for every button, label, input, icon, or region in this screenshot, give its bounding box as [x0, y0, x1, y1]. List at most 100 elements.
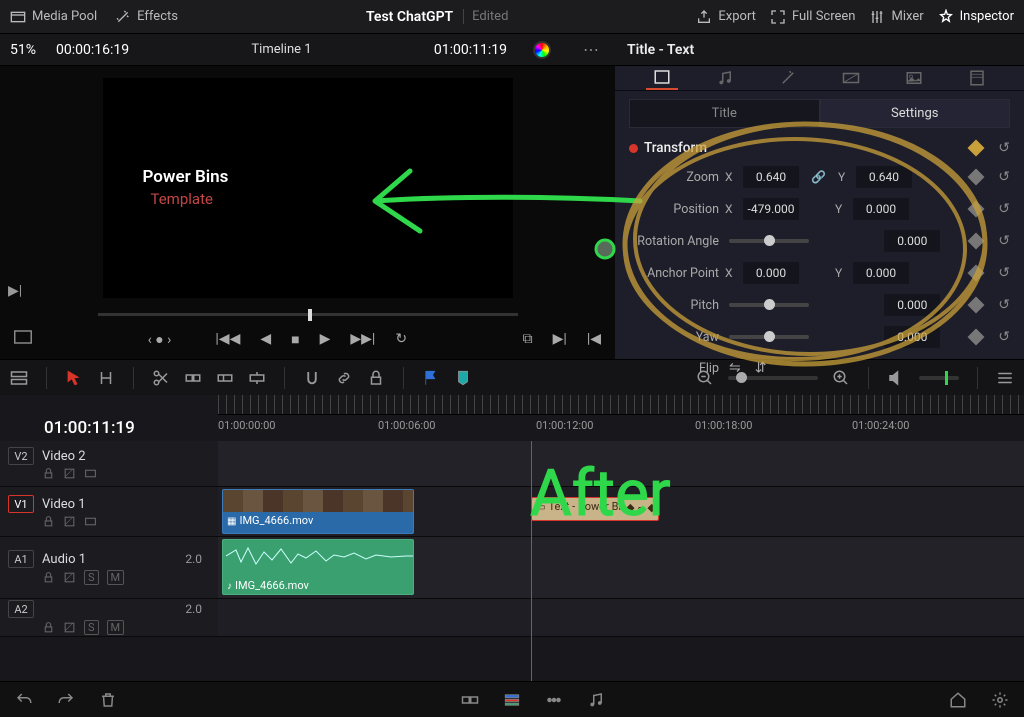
- source-timecode[interactable]: 00:00:16:19: [56, 42, 129, 58]
- viewer-scrubber[interactable]: [0, 309, 615, 319]
- auto-select-icon[interactable]: [63, 467, 76, 480]
- effects-button[interactable]: Effects: [115, 9, 178, 25]
- undo-button[interactable]: [14, 690, 34, 710]
- position-keyframe[interactable]: [968, 201, 985, 218]
- position-x-field[interactable]: [743, 198, 799, 220]
- transform-header[interactable]: Transform ↺: [629, 140, 1010, 156]
- auto-select-icon[interactable]: [63, 515, 76, 528]
- viewer-canvas[interactable]: Power Bins Template: [103, 78, 513, 298]
- step-forward-icon[interactable]: ▶|: [8, 283, 22, 299]
- v2-body[interactable]: [218, 441, 1024, 486]
- page-edit[interactable]: [502, 690, 522, 710]
- section-enable-dot[interactable]: [629, 144, 638, 153]
- next-edit-button[interactable]: ▶|: [549, 329, 571, 349]
- position-reset[interactable]: ↺: [998, 201, 1010, 217]
- inspector-tab-video[interactable]: [646, 66, 678, 90]
- match-frame-button[interactable]: ‹ ● ›: [144, 329, 176, 350]
- rotation-reset[interactable]: ↺: [998, 233, 1010, 249]
- position-y-field[interactable]: [853, 198, 909, 220]
- safe-area-button[interactable]: [10, 328, 36, 350]
- last-frame-button[interactable]: ▶▶|: [346, 329, 379, 349]
- viewer-options-button[interactable]: ⋯: [577, 40, 605, 59]
- timeline-name[interactable]: Timeline 1: [149, 42, 414, 57]
- stop-button[interactable]: ■: [287, 329, 303, 350]
- anchor-keyframe[interactable]: [968, 265, 985, 282]
- zoom-y-field[interactable]: [856, 166, 912, 188]
- a1-badge[interactable]: A1: [8, 550, 34, 568]
- lock-button[interactable]: [367, 369, 385, 387]
- export-button[interactable]: Export: [696, 9, 756, 25]
- inspector-tab-audio[interactable]: [709, 66, 741, 90]
- redo-button[interactable]: [56, 690, 76, 710]
- inspector-tab-transition[interactable]: [835, 66, 867, 90]
- play-button[interactable]: ▶: [316, 329, 335, 349]
- home-button[interactable]: [948, 690, 968, 710]
- clip-audio-1[interactable]: ♪IMG_4666.mov: [222, 539, 414, 595]
- fullscreen-button[interactable]: Full Screen: [770, 9, 856, 25]
- yaw-field[interactable]: [884, 326, 940, 348]
- play-reverse-button[interactable]: ◀: [256, 329, 275, 349]
- a2-body[interactable]: [218, 599, 1024, 636]
- timeline-view-button[interactable]: [10, 369, 28, 387]
- lock-icon[interactable]: [42, 515, 55, 528]
- pitch-field[interactable]: [884, 294, 940, 316]
- pitch-keyframe[interactable]: [968, 297, 985, 314]
- snap-button[interactable]: [303, 369, 321, 387]
- flag-button[interactable]: [422, 369, 440, 387]
- clip-title-1[interactable]: ▭Text - Power Bi... ◆ ~ ◆: [531, 497, 659, 521]
- blade-tool[interactable]: [152, 369, 170, 387]
- selection-tool[interactable]: [65, 369, 83, 387]
- solo-button[interactable]: S: [84, 570, 99, 585]
- lock-icon[interactable]: [42, 571, 55, 584]
- mixer-button[interactable]: Mixer: [869, 9, 923, 25]
- rotation-slider[interactable]: [729, 239, 809, 243]
- first-frame-button[interactable]: |◀◀: [211, 329, 244, 349]
- overwrite-button[interactable]: [216, 369, 234, 387]
- solo-button[interactable]: S: [84, 620, 99, 635]
- inspector-tab-image[interactable]: [898, 66, 930, 90]
- a2-badge[interactable]: A2: [8, 600, 34, 618]
- clip-video-1[interactable]: ▦IMG_4666.mov: [222, 489, 414, 534]
- transform-keyframe[interactable]: [968, 140, 985, 157]
- timeline-current-tc[interactable]: 01:00:11:19: [0, 415, 218, 441]
- anchor-y-field[interactable]: [853, 262, 909, 284]
- timeline-zoom-slider[interactable]: [728, 376, 818, 380]
- record-timecode[interactable]: 01:00:11:19: [434, 42, 507, 58]
- prev-edit-button[interactable]: |◀: [583, 329, 605, 349]
- subtab-settings[interactable]: Settings: [820, 99, 1011, 128]
- viewer-zoom-percent[interactable]: 51%: [10, 42, 36, 58]
- playhead[interactable]: [531, 441, 532, 681]
- auto-select-icon[interactable]: [63, 571, 76, 584]
- auto-select-icon[interactable]: [63, 621, 76, 634]
- trim-tool[interactable]: [97, 369, 115, 387]
- yaw-keyframe[interactable]: [968, 329, 985, 346]
- v2-badge[interactable]: V2: [8, 447, 34, 465]
- bypass-color-button[interactable]: [527, 41, 557, 59]
- zoom-link-icon[interactable]: 🔗: [811, 170, 826, 184]
- pitch-reset[interactable]: ↺: [998, 297, 1010, 313]
- v1-body[interactable]: ▦IMG_4666.mov ▭Text - Power Bi... ◆ ~ ◆: [218, 487, 1024, 536]
- zoom-keyframe[interactable]: [968, 169, 985, 186]
- replace-button[interactable]: [248, 369, 266, 387]
- timeline-ruler[interactable]: [218, 395, 1024, 415]
- volume-slider[interactable]: [919, 376, 959, 380]
- page-cut[interactable]: [460, 690, 480, 710]
- video-enable-icon[interactable]: [84, 467, 97, 480]
- inspector-tab-file[interactable]: [961, 66, 993, 90]
- a1-body[interactable]: ♪IMG_4666.mov: [218, 537, 1024, 598]
- link-button[interactable]: [335, 369, 353, 387]
- mute-button[interactable]: M: [107, 620, 125, 635]
- video-enable-icon[interactable]: [84, 515, 97, 528]
- lock-icon[interactable]: [42, 467, 55, 480]
- transform-reset[interactable]: ↺: [998, 140, 1010, 156]
- yaw-reset[interactable]: ↺: [998, 329, 1010, 345]
- lock-icon[interactable]: [42, 621, 55, 634]
- yaw-slider[interactable]: [729, 335, 809, 339]
- zoom-x-field[interactable]: [743, 166, 799, 188]
- page-fairlight[interactable]: [586, 690, 606, 710]
- zoom-reset[interactable]: ↺: [998, 169, 1010, 185]
- rotation-keyframe[interactable]: [968, 233, 985, 250]
- anchor-x-field[interactable]: [743, 262, 799, 284]
- settings-button[interactable]: [990, 690, 1010, 710]
- loop-button[interactable]: ↻: [391, 329, 411, 349]
